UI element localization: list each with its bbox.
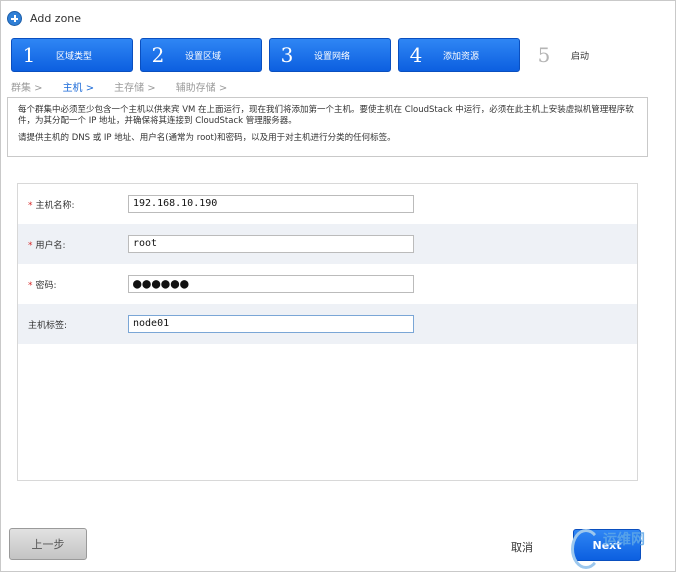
subnav-cluster[interactable]: 群集 >	[11, 79, 43, 94]
hosttags-label: 主机标签:	[28, 320, 68, 331]
step-add-resources[interactable]: 4 添加资源	[398, 38, 520, 72]
host-form: * 主机名称: 192.168.10.190 * 用户名: root * 密码: ●●…	[17, 183, 638, 481]
step-number: 1	[22, 43, 36, 67]
info-text: 请提供主机的 DNS 或 IP 地址、用户名(通常为 root)和密码，以及用于…	[18, 133, 396, 143]
step-label: 设置网络	[314, 51, 351, 62]
step-setup-zone[interactable]: 2 设置区域	[140, 38, 262, 72]
info-box: 每个群集中必须至少包含一个主机以供来宾 VM 在上面运行，现在我们将添加第一个主…	[7, 97, 648, 157]
next-button[interactable]: Next	[573, 529, 641, 561]
step-launch: 5 启动	[527, 38, 649, 72]
required-marker: *	[28, 280, 33, 291]
resource-subnav: 群集 > 主机 > 主存储 > 辅助存储 >	[11, 79, 228, 94]
subnav-host[interactable]: 主机 >	[63, 79, 95, 94]
password-input[interactable]: ●●●●●●	[128, 275, 414, 293]
hostname-input[interactable]: 192.168.10.190	[128, 195, 414, 213]
previous-button[interactable]: 上一步	[9, 528, 87, 560]
step-number: 3	[280, 43, 294, 67]
step-setup-network[interactable]: 3 设置网络	[269, 38, 391, 72]
password-label: * 密码:	[28, 280, 57, 291]
username-row: * 用户名: root	[18, 224, 637, 264]
info-text: 每个群集中必须至少包含一个主机以供来宾 VM 在上面运行，现在我们将添加第一个主…	[18, 105, 634, 126]
username-label: * 用户名:	[28, 240, 66, 251]
subnav-secondary-storage[interactable]: 辅助存储 >	[176, 79, 228, 94]
step-zone-type[interactable]: 1 区域类型	[11, 38, 133, 72]
username-input[interactable]: root	[128, 235, 414, 253]
step-number: 4	[409, 43, 423, 67]
dialog-title: Add zone	[30, 11, 82, 25]
hosttags-input[interactable]: node01	[128, 315, 414, 333]
step-label: 启动	[571, 51, 590, 62]
add-zone-dialog: Add zone 1 区域类型 2 设置区域 3 设置网络 4 添加资源 5 启…	[0, 0, 676, 572]
cancel-button[interactable]: 取消	[511, 539, 533, 555]
required-marker: *	[28, 240, 33, 251]
password-row: * 密码: ●●●●●●	[18, 264, 637, 304]
hostname-row: * 主机名称: 192.168.10.190	[18, 184, 637, 224]
step-label: 添加资源	[443, 51, 480, 62]
add-circle-icon	[7, 10, 22, 26]
step-number: 2	[151, 43, 165, 67]
step-label: 区域类型	[56, 51, 93, 62]
hosttags-row: 主机标签: node01	[18, 304, 637, 344]
step-label: 设置区域	[185, 51, 222, 62]
required-marker: *	[28, 200, 33, 211]
dialog-header: Add zone	[7, 9, 81, 27]
step-number: 5	[537, 43, 551, 67]
wizard-steps: 1 区域类型 2 设置区域 3 设置网络 4 添加资源 5 启动	[11, 38, 671, 72]
hostname-label: * 主机名称:	[28, 200, 75, 211]
subnav-primary-storage[interactable]: 主存储 >	[114, 79, 156, 94]
